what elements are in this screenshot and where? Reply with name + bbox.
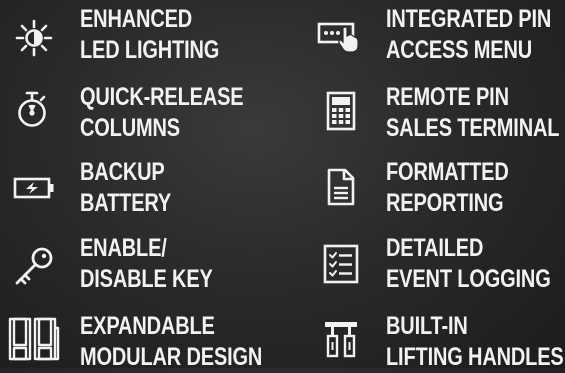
feature-label: FORMATTED REPORTING [386,157,509,219]
feature-line1: REMOTE PIN [386,83,509,111]
feature-label: BUILT-IN LIFTING HANDLES [386,311,564,373]
feature-line2: MODULAR DESIGN [80,343,263,371]
feature-label: BACKUP BATTERY [80,157,171,219]
feature-line1: QUICK-RELEASE [80,83,244,111]
feature-label: ENABLE/ DISABLE KEY [80,233,213,295]
feature-line2: LED LIGHTING [80,36,220,64]
feature-label: DETAILED EVENT LOGGING [386,233,551,295]
feature-label: QUICK-RELEASE COLUMNS [80,82,244,144]
stopwatch-icon [16,90,48,130]
modular-columns-icon [8,316,60,362]
feature-line2: ACCESS MENU [386,36,533,64]
feature-line1: INTEGRATED PIN [386,5,552,33]
lifting-handles-icon [323,320,359,358]
feature-line2: SALES TERMINAL [386,114,560,142]
feature-line2: BATTERY [80,189,172,217]
feature-label: REMOTE PIN SALES TERMINAL [386,82,559,144]
calculator-terminal-icon [326,91,356,131]
feature-line2: REPORTING [386,189,504,217]
feature-line1: FORMATTED [386,158,509,186]
feature-line1: EXPANDABLE [80,312,215,340]
feature-line1: DETAILED [386,234,484,262]
feature-line2: EVENT LOGGING [386,265,551,293]
checklist-icon [323,244,359,284]
feature-line1: ENHANCED [80,5,193,33]
key-icon [12,244,56,288]
pin-touch-icon [317,22,363,54]
feature-line1: ENABLE/ [80,234,167,262]
feature-label: INTEGRATED PIN ACCESS MENU [386,4,551,66]
battery-icon [13,177,55,199]
feature-line2: COLUMNS [80,114,180,142]
feature-line1: BACKUP [80,158,165,186]
led-light-icon [14,18,54,58]
feature-line2: LIFTING HANDLES [386,343,564,371]
document-icon [326,168,356,206]
feature-line1: BUILT-IN [386,312,468,340]
feature-label: EXPANDABLE MODULAR DESIGN [80,311,262,373]
feature-label: ENHANCED LED LIGHTING [80,4,219,66]
feature-line2: DISABLE KEY [80,265,213,293]
